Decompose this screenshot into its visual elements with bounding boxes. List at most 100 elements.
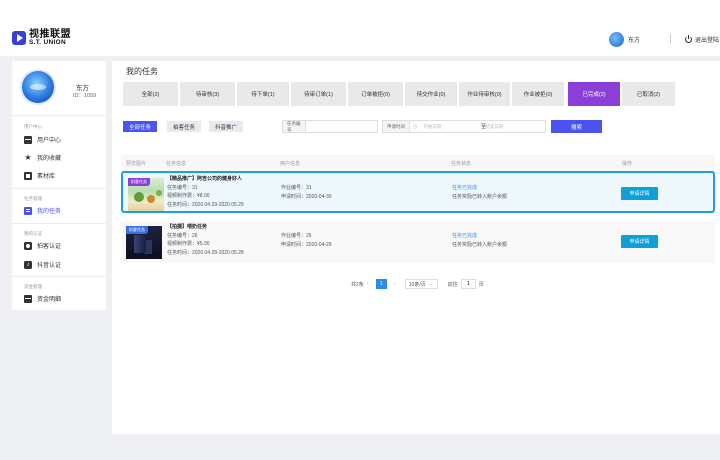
header-preview: 预览图片 xyxy=(126,161,147,167)
apply-time-filter: 申请时间 ◷ xyxy=(382,120,546,133)
tab-all[interactable]: 全部(2) xyxy=(123,82,178,106)
task-fee: 视频制作费：¥8.00 xyxy=(167,193,210,199)
status-detail: 任务奖励已转入账户余额 xyxy=(452,193,508,200)
sidebar-item-user-center[interactable]: 用户中心 xyxy=(24,135,61,144)
sidebar-item-label: 用户中心 xyxy=(37,138,62,144)
sidebar-section-certification: 我的认证 xyxy=(24,231,42,236)
goto-label: 前往 xyxy=(447,281,458,288)
sidebar-section-task-management: 任务管理 xyxy=(24,196,42,201)
user-info: 作业编号：26 申请时间：2020-04-29 xyxy=(281,232,332,249)
task-icon xyxy=(24,206,32,215)
page-goto: 前往 页 xyxy=(448,279,484,289)
apply-time-label: 申请时间 xyxy=(383,121,410,132)
sidebar-item-favorites[interactable]: ★ 我的收藏 xyxy=(24,153,61,162)
sidebar-divider xyxy=(12,223,106,224)
pagination-total: 共2条 xyxy=(351,281,364,288)
task-number-label: 任务编号 xyxy=(283,121,306,132)
task-title: 【精品推广】阿吉公司的健身好人 xyxy=(167,176,243,182)
all-tasks-button[interactable]: 全部任务 xyxy=(123,121,157,132)
chevron-down-icon: ⌄ xyxy=(429,281,434,287)
search-button[interactable]: 搜索 xyxy=(551,120,602,133)
tiktok-icon: ♪ xyxy=(24,260,32,269)
end-date-input[interactable] xyxy=(482,121,523,132)
main-content: 我的任务 全部(2) 待审核(3) 待下单(1) 待审订单(1) 订单被拒(0)… xyxy=(112,61,720,434)
sidebar-divider xyxy=(12,188,106,189)
page-number-current[interactable]: 1 xyxy=(375,279,387,289)
top-navigation-bar: 视推联盟 S.T. UNION 东方 退出登陆 xyxy=(0,0,720,56)
task-status: 任务已完成 任务奖励已转入账户余额 xyxy=(452,184,507,201)
date-separator: 至 xyxy=(481,124,487,130)
tab-pending-order[interactable]: 待下单(1) xyxy=(237,82,289,106)
next-page-icon[interactable]: › xyxy=(391,281,399,287)
sidebar-section-funds: 资金管理 xyxy=(24,284,42,289)
sidebar-item-photographer-cert[interactable]: 拍客认证 xyxy=(24,241,61,250)
sidebar-item-fund-details[interactable]: 资金明细 xyxy=(24,294,61,303)
sidebar-item-material-library[interactable]: 素材库 xyxy=(24,171,55,180)
tab-work-review[interactable]: 作业待审核(0) xyxy=(459,82,510,106)
avatar[interactable] xyxy=(22,71,54,103)
sidebar-item-label: 拍客认证 xyxy=(37,244,62,250)
sidebar-item-my-tasks[interactable]: 我的任务 xyxy=(24,206,61,215)
home-icon xyxy=(24,135,32,144)
page-size-value: 10条/页 xyxy=(408,281,426,288)
apply-details-button[interactable]: 申请详情 xyxy=(621,235,658,248)
table-row[interactable]: 拍客任务 【精品推广】阿吉公司的健身好人 任务编号：31 视频制作费：¥8.00… xyxy=(121,171,715,213)
goto-suffix: 页 xyxy=(478,281,484,288)
sidebar-item-label: 我的收藏 xyxy=(37,156,62,162)
sidebar-item-tiktok-cert[interactable]: ♪ 抖音认证 xyxy=(24,260,61,269)
tiktok-promotion-button[interactable]: 抖音推广 xyxy=(209,121,243,132)
work-number: 作业编号：31 xyxy=(281,185,312,191)
sidebar-divider xyxy=(12,115,106,116)
page-title: 我的任务 xyxy=(126,67,158,76)
pagination: 共2条 ‹ 1 › 10条/页 ⌄ 前往 页 xyxy=(351,279,484,289)
task-title: 【拍摄】喂奶任务 xyxy=(167,224,208,230)
sidebar-item-label: 抖音认证 xyxy=(37,263,62,269)
tab-order-rejected[interactable]: 订单被拒(0) xyxy=(348,82,403,106)
header-user-info: 用户信息 xyxy=(280,161,301,167)
logo-english-name: S.T. UNION xyxy=(29,39,66,46)
page-bottom-background xyxy=(112,434,720,460)
header-user-name: 东方 xyxy=(628,38,641,44)
photographer-tasks-button[interactable]: 拍客任务 xyxy=(167,121,201,132)
status-text: 任务已完成 xyxy=(452,233,478,239)
task-number: 任务编号：26 xyxy=(167,232,198,239)
prev-page-icon[interactable]: ‹ xyxy=(364,281,372,287)
apply-time: 申请时间：2020-04-30 xyxy=(281,193,332,200)
logout-button[interactable]: 退出登陆 xyxy=(685,34,719,44)
task-number: 任务编号：31 xyxy=(167,184,198,191)
sidebar: 东方 ID：1059 用户中心 用户中心 ★ 我的收藏 素材库 任务管理 我的任… xyxy=(12,61,106,310)
table-row[interactable]: 拍客任务 【拍摄】喂奶任务 任务编号：26 视频制作费：¥5.00 任务时间：2… xyxy=(121,221,715,263)
task-type-badge: 拍客任务 xyxy=(126,226,148,234)
tab-pending-submission[interactable]: 待交作业(0) xyxy=(405,82,457,106)
task-time: 任务时间：2020.04.28-2020.05.28 xyxy=(167,249,244,256)
header-divider xyxy=(670,34,671,44)
tab-cancelled[interactable]: 已取消(2) xyxy=(622,82,675,106)
camera-icon xyxy=(24,241,32,250)
task-status: 任务已完成 任务奖励已转入账户余额 xyxy=(452,232,507,249)
goto-page-input[interactable] xyxy=(460,279,476,289)
tab-pending-review[interactable]: 待审核(3) xyxy=(180,82,235,106)
sidebar-item-label: 我的任务 xyxy=(37,209,62,215)
book-icon xyxy=(24,171,32,180)
apply-details-button[interactable]: 申请详情 xyxy=(621,187,658,200)
play-logo-icon xyxy=(12,31,26,46)
sidebar-divider xyxy=(12,276,106,277)
sidebar-item-label: 素材库 xyxy=(37,174,56,180)
task-fee: 视频制作费：¥5.00 xyxy=(167,241,210,247)
start-date-input[interactable] xyxy=(420,121,461,132)
tab-completed[interactable]: 已完成(2) xyxy=(568,82,620,106)
task-number-input[interactable] xyxy=(306,121,377,132)
site-logo[interactable]: 视推联盟 S.T. UNION xyxy=(12,30,71,47)
task-info: 【精品推广】阿吉公司的健身好人 任务编号：31 视频制作费：¥8.00 任务时间… xyxy=(167,175,244,209)
profile-card: 东方 ID：1059 xyxy=(12,61,106,113)
header-user-menu[interactable]: 东方 xyxy=(609,32,640,47)
wallet-icon xyxy=(24,294,32,303)
star-icon: ★ xyxy=(24,152,32,162)
task-thumbnail: 拍客任务 xyxy=(126,226,162,259)
tab-work-rejected[interactable]: 作业被拒(0) xyxy=(512,82,564,106)
status-detail: 任务奖励已转入账户余额 xyxy=(452,241,508,248)
task-time: 任务时间：2020.04.29-2020.05.29 xyxy=(167,201,244,208)
tab-order-review[interactable]: 待审订单(1) xyxy=(291,82,346,106)
task-number-filter: 任务编号 xyxy=(282,120,378,133)
page-size-select[interactable]: 10条/页 ⌄ xyxy=(404,279,438,289)
